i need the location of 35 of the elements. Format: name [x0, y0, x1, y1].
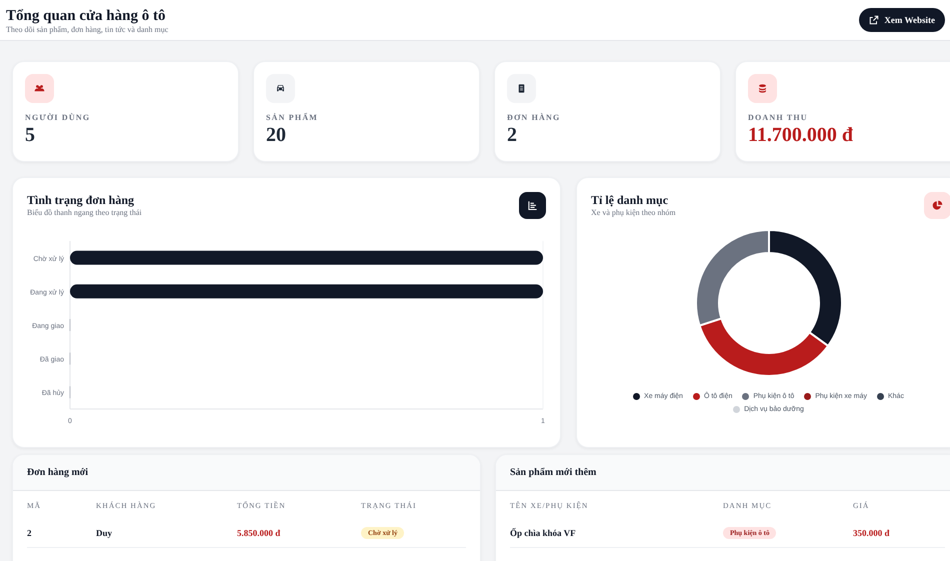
stat-label: DOANH THU: [748, 113, 808, 122]
page-title: Tổng quan cửa hàng ô tô: [6, 6, 166, 24]
stat-value: 2: [507, 124, 517, 147]
table-cell-text: 5.850.000 đ: [237, 527, 282, 540]
stat-value: 20: [266, 124, 286, 147]
legend-dot: [733, 406, 740, 413]
card-title: Đơn hàng mới: [27, 467, 90, 478]
table-cell-text: Duy: [96, 527, 114, 540]
page-subtitle: Theo dõi sản phẩm, đơn hàng, tin tức và danh mục: [6, 24, 168, 34]
stat-label: SẢN PHẨM: [266, 113, 318, 122]
receipt-icon: [516, 83, 527, 94]
card-title: Tỉ lệ danh mục: [591, 192, 670, 208]
pie-chart-icon: [932, 200, 943, 211]
card-title: Sản phẩm mới thêm: [510, 467, 598, 478]
legend-dot: [877, 393, 884, 400]
stat-label: ĐƠN HÀNG: [507, 113, 560, 122]
legend-dot: [742, 393, 750, 400]
table-cell-text: Ốp chìa khóa VF: [510, 527, 577, 540]
users-icon: [34, 83, 45, 94]
stat-value: 5: [25, 124, 35, 147]
table-cell-text: 2: [27, 527, 32, 540]
stat-label: NGƯỜI DÙNG: [25, 113, 90, 122]
table-cell-text: 350.000 đ: [853, 527, 891, 540]
legend-dot: [692, 393, 700, 400]
card-title: Tình trạng đơn hàng: [27, 192, 136, 208]
card-subtitle: Xe và phụ kiện theo nhóm: [591, 208, 676, 217]
bar-chart-icon: [527, 200, 538, 211]
car-icon: [275, 83, 286, 94]
external-link-icon: [869, 15, 880, 25]
stat-value: 11.700.000 đ: [748, 124, 854, 147]
card-subtitle: Biểu đồ thanh ngang theo trạng thái: [27, 208, 142, 217]
legend-dot: [804, 393, 812, 400]
view-website-button[interactable]: Xem Website: [859, 8, 945, 32]
coins-icon: [757, 83, 768, 94]
legend-dot: [633, 393, 640, 400]
